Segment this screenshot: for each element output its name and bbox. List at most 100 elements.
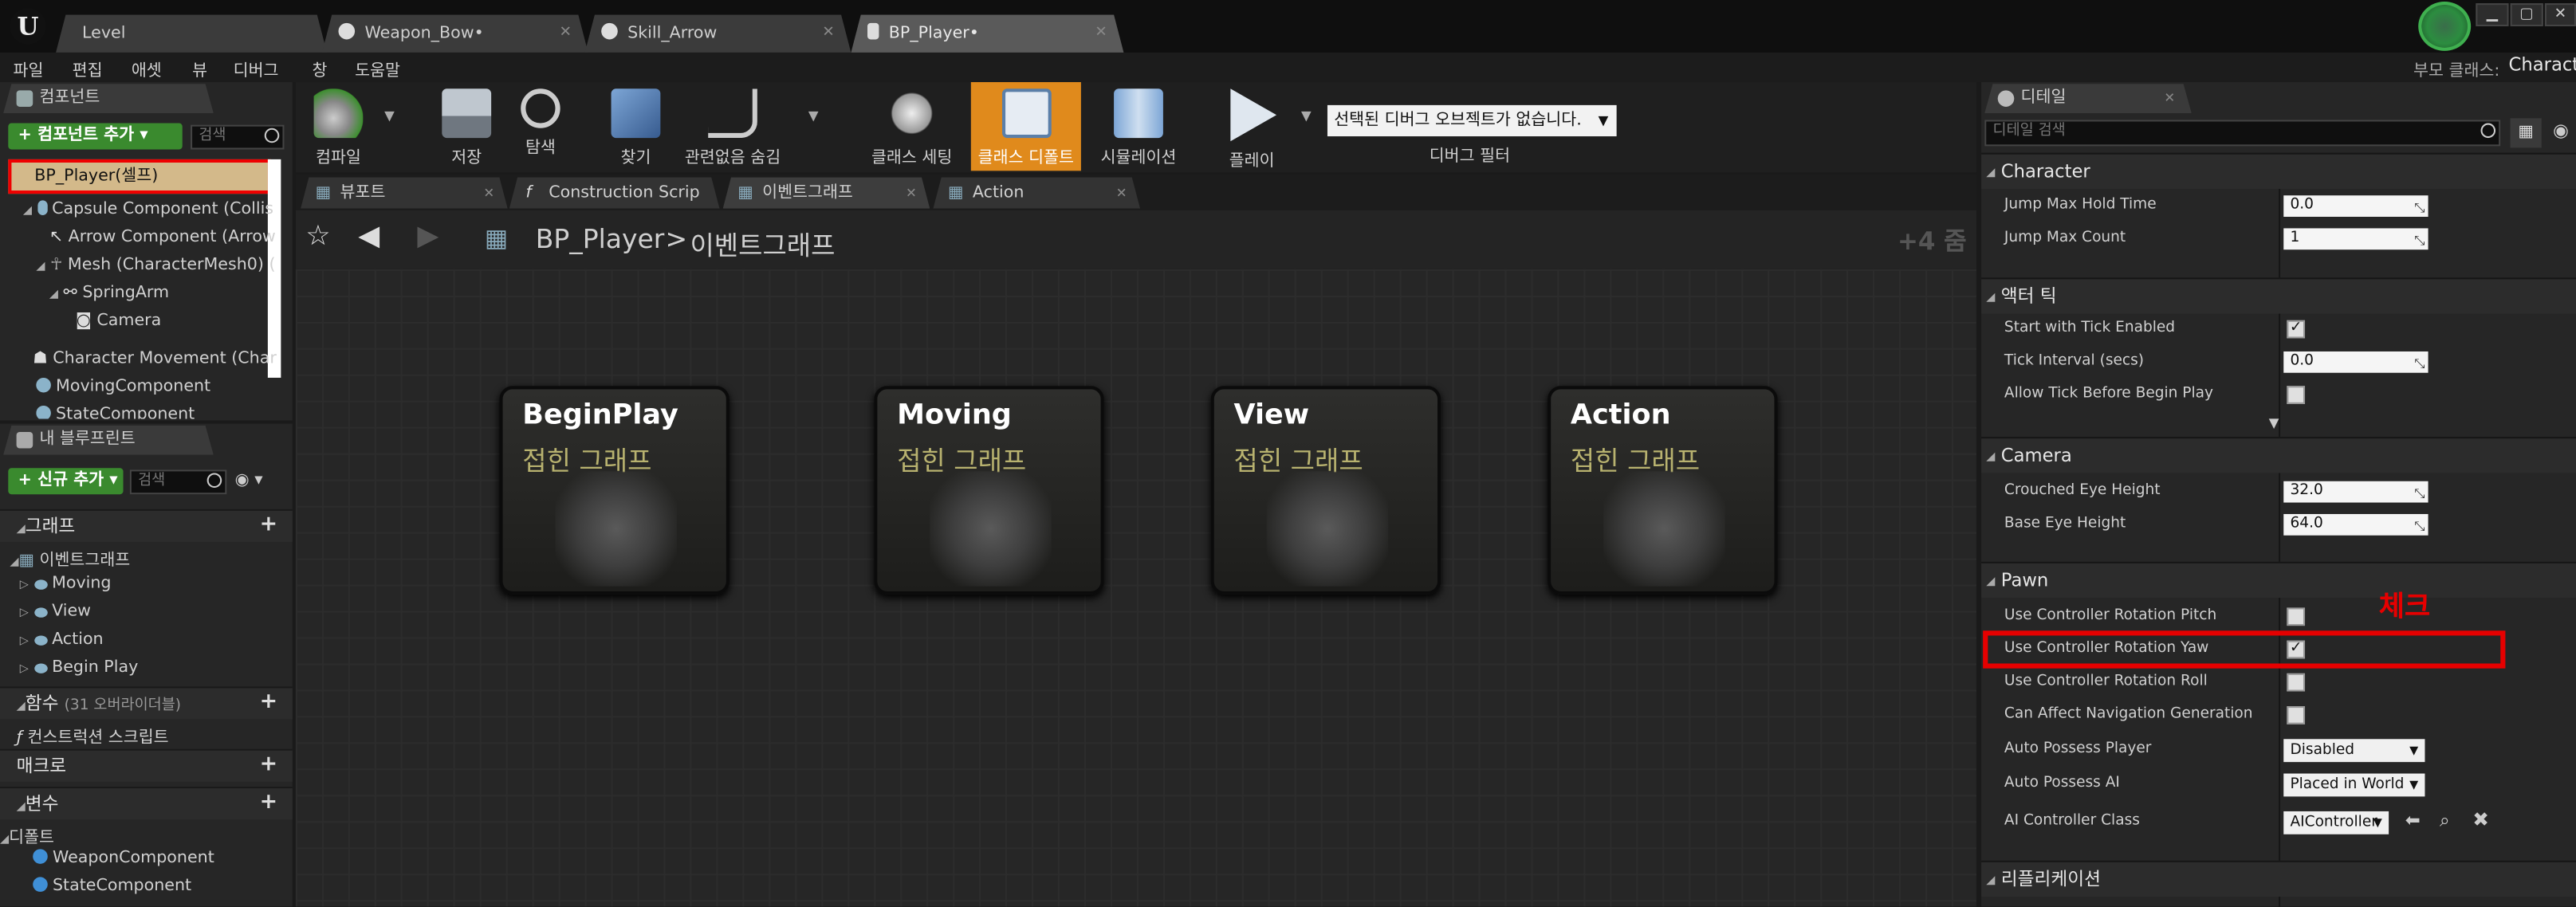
jump-max-count-field[interactable]: 1 ⤡ <box>2283 228 2429 250</box>
section-camera[interactable]: ◢ Camera <box>1981 437 2576 473</box>
expand-icon[interactable]: ◢ <box>36 260 45 273</box>
details-tab[interactable]: 디테일 ✕ <box>1984 84 2192 113</box>
compile-options-dropdown[interactable]: ▼ <box>384 108 395 124</box>
tree-item-capsule[interactable]: ◢ Capsule Component (Collis <box>23 200 273 218</box>
doc-tab-level[interactable]: Level <box>56 15 327 53</box>
expand-icon[interactable]: ▷ <box>20 606 29 618</box>
graph-item-begin-play[interactable]: ▷ Begin Play <box>20 658 139 677</box>
compile-button[interactable]: 컴파일 <box>301 82 376 171</box>
tick-interval-field[interactable]: 0.0 ⤡ <box>2283 351 2429 373</box>
add-function-plus-icon[interactable]: + <box>258 692 280 715</box>
section-character[interactable]: ◢ Character <box>1981 152 2576 190</box>
construction-script-item[interactable]: ƒ 컨스트럭션 스크립트 <box>17 723 169 748</box>
node-beginplay[interactable]: BeginPlay 접힌 그래프 <box>499 386 730 595</box>
section-actor-tick[interactable]: ◢ 액터 틱 <box>1981 277 2576 315</box>
close-icon[interactable]: ✕ <box>1116 178 1127 209</box>
jump-max-hold-time-field[interactable]: 0.0 ⤡ <box>2283 195 2429 217</box>
variable-weapon-component[interactable]: WeaponComponent <box>33 849 214 867</box>
tab-viewport[interactable]: ▦ 뷰포트 ✕ <box>301 178 508 209</box>
play-options-dropdown[interactable]: ▼ <box>1301 108 1312 124</box>
clear-x-icon[interactable]: ✖ <box>2472 808 2489 831</box>
tree-item-springarm[interactable]: ◢ ⚯ SpringArm <box>49 284 169 302</box>
parent-class-link[interactable]: Charact <box>2509 54 2576 76</box>
menu-window[interactable]: 창 <box>313 56 328 80</box>
tree-item-camera[interactable]: ◙ Camera <box>76 312 161 331</box>
node-moving[interactable]: Moving 접힌 그래프 <box>874 386 1104 595</box>
rotation-pitch-checkbox[interactable] <box>2287 607 2306 626</box>
close-icon[interactable]: ✕ <box>483 178 494 209</box>
expand-icon[interactable]: ◢ <box>49 288 58 300</box>
menu-asset[interactable]: 애셋 <box>132 56 162 80</box>
class-defaults-button[interactable]: 클래스 디폴트 <box>970 82 1081 171</box>
play-button[interactable]: 플레이 <box>1216 82 1288 171</box>
doc-tab-skill-arrow[interactable]: Skill_Arrow ✕ <box>585 15 851 53</box>
add-component-button[interactable]: + 컴포넌트 추가 ▾ <box>8 123 183 150</box>
bookmark-star-icon[interactable]: ☆ <box>305 220 330 253</box>
source-control-icon[interactable] <box>2418 2 2472 51</box>
collapse-icon[interactable]: ◢ <box>1986 862 1995 898</box>
start-with-tick-checkbox[interactable]: ✓ <box>2287 320 2306 339</box>
unreal-logo-icon[interactable]: U <box>10 8 46 45</box>
tab-action[interactable]: ▦ Action ✕ <box>933 178 1140 209</box>
components-search-input[interactable]: 검색 <box>191 124 285 150</box>
menu-debug[interactable]: 디버그 <box>234 56 279 80</box>
section-pawn[interactable]: ◢ Pawn <box>1981 561 2576 599</box>
collapse-icon[interactable]: ◢ <box>1986 279 1995 315</box>
tab-construction-script[interactable]: f Construction Scrip <box>509 178 720 209</box>
forward-arrow-icon[interactable]: ▶ <box>417 220 439 253</box>
rotation-roll-checkbox[interactable] <box>2287 673 2306 692</box>
advanced-expand-icon[interactable]: ▼ <box>2269 415 2279 430</box>
use-selected-arrow-icon[interactable]: ⬅ <box>2405 810 2421 831</box>
auto-possess-player-select[interactable]: Disabled ▼ <box>2283 739 2425 763</box>
base-eye-height-field[interactable]: 64.0 ⤡ <box>2283 513 2429 536</box>
visibility-eye-icon[interactable]: ◉ ▾ <box>235 471 263 489</box>
blueprint-search-input[interactable]: 검색 <box>129 469 227 495</box>
debug-object-select[interactable]: 선택된 디버그 오브젝트가 없습니다. ▼ <box>1327 104 1617 137</box>
close-icon[interactable]: ✕ <box>560 15 572 53</box>
add-macro-plus-icon[interactable]: + <box>258 754 280 777</box>
graphs-section[interactable]: ◢그래프 + <box>0 508 293 542</box>
add-graph-plus-icon[interactable]: + <box>258 514 280 537</box>
expand-icon[interactable]: ▷ <box>20 634 29 646</box>
collapse-icon[interactable]: ◢ <box>1986 563 1995 599</box>
tree-item-character-movement[interactable]: ☗ Character Movement (Char <box>33 350 277 368</box>
tab-event-graph[interactable]: ▦ 이벤트그래프 ✕ <box>723 178 930 209</box>
node-view[interactable]: View 접힌 그래프 <box>1210 386 1441 595</box>
ai-controller-class-select[interactable]: AIController ▼ <box>2283 811 2389 834</box>
close-icon[interactable]: ✕ <box>1095 15 1107 53</box>
node-action[interactable]: Action 접힌 그래프 <box>1548 386 1778 595</box>
add-new-button[interactable]: + 신규 추가 ▾ <box>8 468 124 495</box>
menu-edit[interactable]: 편집 <box>73 56 103 80</box>
browse-magnifier-icon[interactable]: ⌕ <box>2440 810 2450 833</box>
navigation-checkbox[interactable] <box>2287 706 2306 724</box>
self-component-item[interactable]: BP_Player(셀프) <box>8 159 271 194</box>
search-icon[interactable] <box>264 128 280 143</box>
menu-file[interactable]: 파일 <box>13 56 43 80</box>
search-icon[interactable] <box>206 473 222 488</box>
search-icon[interactable] <box>2480 123 2496 139</box>
close-icon[interactable]: ✕ <box>2164 84 2175 113</box>
breadcrumb-root[interactable]: BP_Player <box>536 223 665 254</box>
collapse-icon[interactable]: ◢ <box>1986 438 1995 474</box>
expand-icon[interactable]: ▷ <box>20 578 29 591</box>
hide-unrelated-button[interactable]: 관련없음 숨김 <box>680 82 785 171</box>
graph-item-moving[interactable]: ▷ Moving <box>20 575 112 593</box>
collapse-icon[interactable]: ◢ <box>1986 155 1995 190</box>
class-settings-button[interactable]: 클래스 세팅 <box>864 82 960 171</box>
find-button[interactable]: 찾기 <box>601 82 671 171</box>
view-options-grid-icon[interactable]: ▦ <box>2510 118 2542 148</box>
crouched-eye-height-field[interactable]: 32.0 ⤡ <box>2283 481 2429 503</box>
components-tab[interactable]: 컴포넌트 <box>3 84 214 113</box>
browse-button[interactable]: 탐색 <box>508 82 573 171</box>
allow-tick-checkbox[interactable] <box>2287 386 2306 404</box>
menu-view[interactable]: 뷰 <box>192 56 207 80</box>
close-icon[interactable]: ✕ <box>906 178 917 209</box>
expand-icon[interactable]: ◢ <box>23 204 32 217</box>
tree-item-moving-component[interactable]: MovingComponent <box>36 377 210 396</box>
expand-icon[interactable]: ▷ <box>20 662 29 674</box>
doc-tab-weapon-bow[interactable]: Weapon_Bow• ✕ <box>322 15 588 53</box>
tree-item-arrow[interactable]: ↖ Arrow Component (Arrow <box>49 228 276 246</box>
back-arrow-icon[interactable]: ◀ <box>358 220 380 253</box>
graph-item-action[interactable]: ▷ Action <box>20 630 104 649</box>
add-variable-plus-icon[interactable]: + <box>258 791 280 815</box>
